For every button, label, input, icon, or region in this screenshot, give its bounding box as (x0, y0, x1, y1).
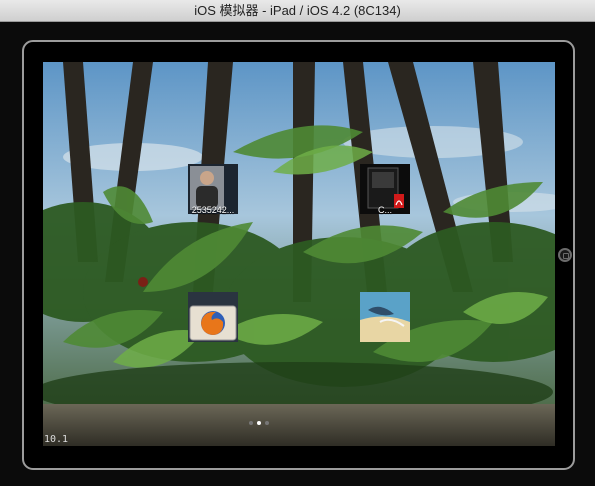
app-icon-photo[interactable]: 2535242... (188, 164, 238, 215)
jungle-wallpaper (43, 62, 555, 446)
app-icon-label: 2535242... (191, 205, 235, 215)
beach-image-icon (360, 292, 410, 342)
window-title: iOS 模拟器 - iPad / iOS 4.2 (8C134) (194, 3, 401, 18)
app-icon-beach[interactable] (360, 292, 410, 342)
app-icon-label: C... (377, 205, 392, 215)
home-button[interactable] (558, 248, 572, 262)
page-dot[interactable] (265, 421, 269, 425)
page-dot[interactable] (249, 421, 253, 425)
app-icon-pdf[interactable]: C... (360, 164, 410, 215)
version-label: 10.1 (44, 434, 69, 445)
firefox-icon (188, 292, 238, 342)
app-icon-firefox[interactable] (188, 292, 238, 342)
page-indicator[interactable] (249, 421, 273, 427)
window-titlebar: iOS 模拟器 - iPad / iOS 4.2 (8C134) (0, 0, 595, 22)
ipad-screen: 2535242... C... (43, 62, 555, 446)
page-dot-current[interactable] (257, 421, 261, 425)
